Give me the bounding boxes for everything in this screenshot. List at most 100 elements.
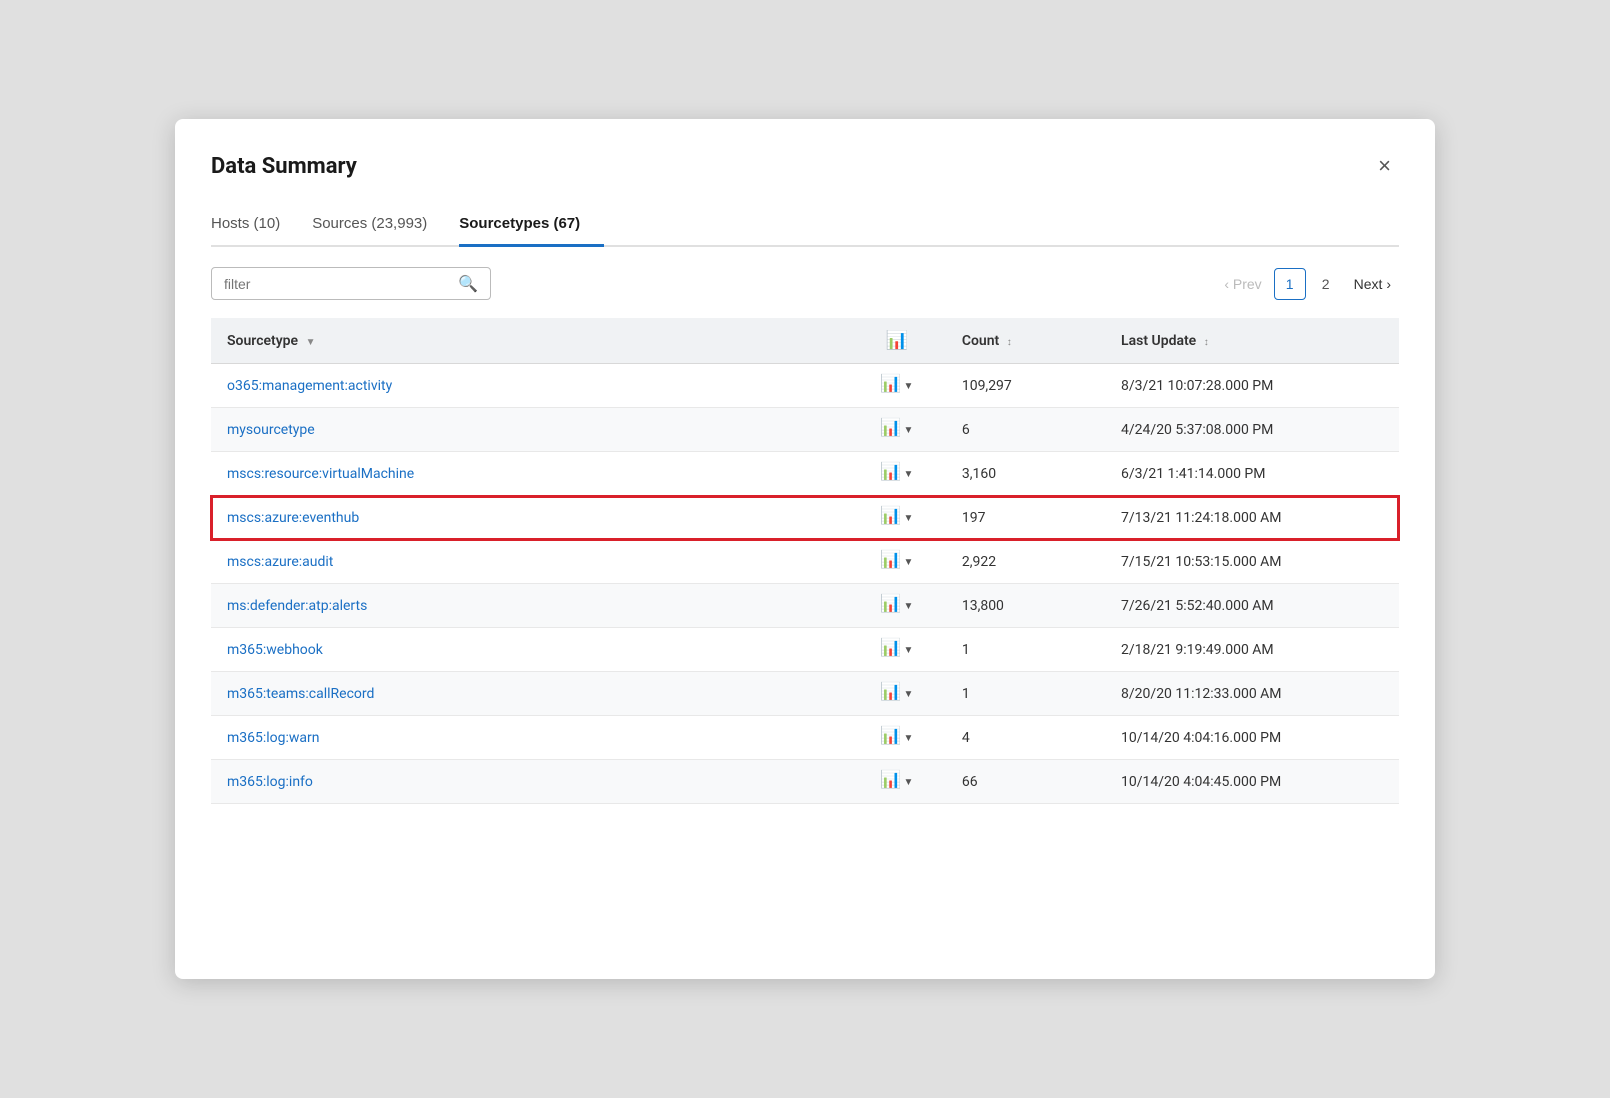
tab-sourcetypes[interactable]: Sourcetypes (67) bbox=[459, 205, 604, 247]
data-summary-modal: Data Summary × Hosts (10) Sources (23,99… bbox=[175, 119, 1435, 979]
sourcetype-link[interactable]: mscs:azure:eventhub bbox=[227, 510, 359, 526]
tab-hosts[interactable]: Hosts (10) bbox=[211, 205, 304, 247]
chart-cell: 📊 ▼ bbox=[848, 540, 946, 584]
sourcetypes-table: Sourcetype ▼ 📊 Count ↕ Last Update ↕ o36… bbox=[211, 318, 1399, 804]
count-cell: 109,297 bbox=[946, 364, 1105, 408]
close-button[interactable]: × bbox=[1370, 151, 1399, 181]
table-body: o365:management:activity 📊 ▼ 109,2978/3/21… bbox=[211, 364, 1399, 804]
sourcetype-link[interactable]: mscs:resource:virtualMachine bbox=[227, 466, 414, 482]
bar-chart-icon: 📊 bbox=[880, 466, 901, 482]
filter-box[interactable]: 🔍 bbox=[211, 267, 491, 300]
sourcetype-sort-icon[interactable]: ▼ bbox=[306, 337, 316, 348]
bar-chart-dropdown[interactable]: 📊 ▼ bbox=[880, 598, 913, 614]
prev-page-button[interactable]: ‹ Prev bbox=[1216, 272, 1269, 296]
count-cell: 197 bbox=[946, 496, 1105, 540]
bar-chart-icon: 📊 bbox=[880, 642, 901, 658]
dropdown-arrow-icon: ▼ bbox=[903, 777, 913, 788]
chart-cell: 📊 ▼ bbox=[848, 496, 946, 540]
table-row: mysourcetype📊 ▼64/24/20 5:37:08.000 PM bbox=[211, 408, 1399, 452]
table-row: m365:webhook 📊 ▼ 12/18/21 9:19:49.000 AM bbox=[211, 628, 1399, 672]
last-update-cell: 10/14/20 4:04:16.000 PM bbox=[1105, 716, 1399, 760]
table-row: mscs:azure:audit📊 ▼2,9227/15/21 10:53:15… bbox=[211, 540, 1399, 584]
table-row: m365:teams:callRecord📊 ▼18/20/20 11:12:3… bbox=[211, 672, 1399, 716]
lastupdate-sort-icon[interactable]: ↕ bbox=[1204, 337, 1209, 348]
bar-chart-icon: 📊 bbox=[880, 510, 901, 526]
bar-chart-dropdown[interactable]: 📊 ▼ bbox=[880, 686, 913, 702]
bar-chart-dropdown[interactable]: 📊 ▼ bbox=[880, 466, 913, 482]
sourcetype-cell: o365:management:activity bbox=[211, 364, 848, 408]
dropdown-arrow-icon: ▼ bbox=[903, 601, 913, 612]
next-page-button[interactable]: Next › bbox=[1346, 272, 1399, 296]
sourcetype-link[interactable]: o365:management:activity bbox=[227, 378, 392, 394]
sourcetype-link[interactable]: mscs:azure:audit bbox=[227, 554, 333, 570]
sourcetype-cell: mscs:azure:audit bbox=[211, 540, 848, 584]
sourcetype-link[interactable]: m365:log:warn bbox=[227, 730, 320, 746]
dropdown-arrow-icon: ▼ bbox=[903, 733, 913, 744]
table-row: ms:defender:atp:alerts 📊 ▼ 13,8007/26/21 5… bbox=[211, 584, 1399, 628]
sourcetype-link[interactable]: m365:log:info bbox=[227, 774, 313, 790]
chart-cell: 📊 ▼ bbox=[848, 584, 946, 628]
chart-cell: 📊 ▼ bbox=[848, 364, 946, 408]
count-cell: 1 bbox=[946, 628, 1105, 672]
last-update-cell: 2/18/21 9:19:49.000 AM bbox=[1105, 628, 1399, 672]
table-header-row: Sourcetype ▼ 📊 Count ↕ Last Update ↕ bbox=[211, 318, 1399, 364]
tab-sources[interactable]: Sources (23,993) bbox=[312, 205, 451, 247]
table-row: mscs:azure:eventhub📊 ▼1977/13/21 11:24:1… bbox=[211, 496, 1399, 540]
chart-cell: 📊 ▼ bbox=[848, 628, 946, 672]
bar-chart-icon: 📊 bbox=[880, 774, 901, 790]
dropdown-arrow-icon: ▼ bbox=[903, 381, 913, 392]
sourcetype-cell: m365:teams:callRecord bbox=[211, 672, 848, 716]
bar-chart-icon: 📊 bbox=[880, 730, 901, 746]
bar-chart-icon: 📊 bbox=[880, 686, 901, 702]
bar-chart-icon: 📊 bbox=[880, 378, 901, 394]
search-icon: 🔍 bbox=[458, 274, 478, 293]
table-row: o365:management:activity 📊 ▼ 109,2978/3/21… bbox=[211, 364, 1399, 408]
page-2-button[interactable]: 2 bbox=[1310, 268, 1342, 300]
dropdown-arrow-icon: ▼ bbox=[903, 513, 913, 524]
count-cell: 66 bbox=[946, 760, 1105, 804]
sourcetype-cell: m365:log:info bbox=[211, 760, 848, 804]
last-update-cell: 8/20/20 11:12:33.000 AM bbox=[1105, 672, 1399, 716]
count-cell: 3,160 bbox=[946, 452, 1105, 496]
table-row: mscs:resource:virtualMachine📊 ▼3,1606/3/… bbox=[211, 452, 1399, 496]
chart-cell: 📊 ▼ bbox=[848, 672, 946, 716]
count-cell: 13,800 bbox=[946, 584, 1105, 628]
modal-header: Data Summary × bbox=[211, 151, 1399, 181]
sourcetype-link[interactable]: mysourcetype bbox=[227, 422, 315, 438]
sourcetype-cell: mysourcetype bbox=[211, 408, 848, 452]
chart-cell: 📊 ▼ bbox=[848, 452, 946, 496]
page-1-button[interactable]: 1 bbox=[1274, 268, 1306, 300]
bar-chart-dropdown[interactable]: 📊 ▼ bbox=[880, 774, 913, 790]
dropdown-arrow-icon: ▼ bbox=[903, 469, 913, 480]
chart-cell: 📊 ▼ bbox=[848, 760, 946, 804]
table-row: m365:log:info📊 ▼6610/14/20 4:04:45.000 P… bbox=[211, 760, 1399, 804]
chart-cell: 📊 ▼ bbox=[848, 408, 946, 452]
col-header-sourcetype: Sourcetype ▼ bbox=[211, 318, 848, 364]
sourcetype-cell: ms:defender:atp:alerts bbox=[211, 584, 848, 628]
bar-chart-dropdown[interactable]: 📊 ▼ bbox=[880, 730, 913, 746]
sourcetype-cell: mscs:azure:eventhub bbox=[211, 496, 848, 540]
bar-chart-dropdown[interactable]: 📊 ▼ bbox=[880, 378, 913, 394]
dropdown-arrow-icon: ▼ bbox=[903, 645, 913, 656]
count-cell: 2,922 bbox=[946, 540, 1105, 584]
sourcetype-cell: m365:log:warn bbox=[211, 716, 848, 760]
count-cell: 4 bbox=[946, 716, 1105, 760]
last-update-cell: 8/3/21 10:07:28.000 PM bbox=[1105, 364, 1399, 408]
count-sort-icon[interactable]: ↕ bbox=[1007, 337, 1012, 348]
bar-chart-dropdown[interactable]: 📊 ▼ bbox=[880, 422, 913, 438]
sourcetype-link[interactable]: ms:defender:atp:alerts bbox=[227, 598, 367, 614]
dropdown-arrow-icon: ▼ bbox=[903, 557, 913, 568]
last-update-cell: 7/26/21 5:52:40.000 AM bbox=[1105, 584, 1399, 628]
filter-input[interactable] bbox=[224, 276, 458, 292]
tabs-bar: Hosts (10) Sources (23,993) Sourcetypes … bbox=[211, 205, 1399, 247]
table-row: m365:log:warn 📊 ▼ 410/14/20 4:04:16.000 PM bbox=[211, 716, 1399, 760]
col-header-chart: 📊 bbox=[848, 318, 946, 364]
sourcetype-link[interactable]: m365:webhook bbox=[227, 642, 323, 658]
bar-chart-dropdown[interactable]: 📊 ▼ bbox=[880, 554, 913, 570]
bar-chart-dropdown[interactable]: 📊 ▼ bbox=[880, 510, 913, 526]
dropdown-arrow-icon: ▼ bbox=[903, 425, 913, 436]
sourcetype-cell: m365:webhook bbox=[211, 628, 848, 672]
bar-chart-dropdown[interactable]: 📊 ▼ bbox=[880, 642, 913, 658]
chart-column-icon: 📊 bbox=[886, 330, 908, 351]
sourcetype-link[interactable]: m365:teams:callRecord bbox=[227, 686, 374, 702]
